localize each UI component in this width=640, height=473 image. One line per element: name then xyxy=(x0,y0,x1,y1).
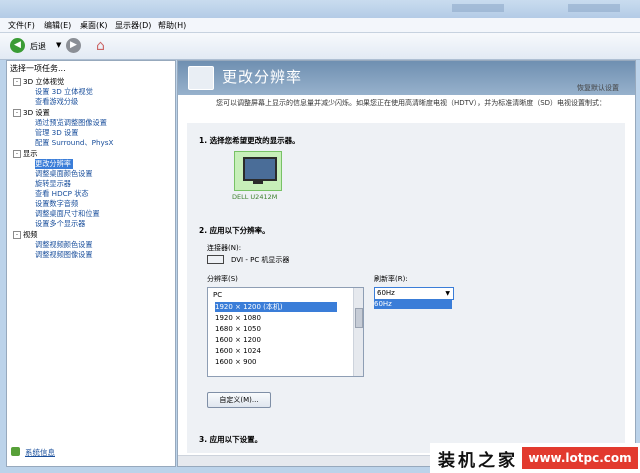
tree-cat-3d-settings[interactable]: -3D 设置 xyxy=(13,108,50,118)
tree-item-desktop-size[interactable]: 调整桌面尺寸和位置 xyxy=(35,209,100,219)
tree-item-video-color[interactable]: 调整视频颜色设置 xyxy=(35,240,93,250)
resolution-option[interactable]: 1680 × 1050 xyxy=(215,324,337,334)
system-info-link[interactable]: 系统信息 xyxy=(25,447,55,458)
page-description: 您可以调整屏幕上显示的信息量并减少闪烁。如果您正在使用高清晰度电视（HDTV），… xyxy=(216,99,607,107)
monitor-stand-icon xyxy=(253,181,263,184)
list-scrollbar[interactable] xyxy=(353,288,363,376)
list-scroll-thumb[interactable] xyxy=(355,308,363,328)
tree-cat-display[interactable]: - 显示 xyxy=(13,149,37,159)
back-dropdown-icon[interactable]: ▼ xyxy=(56,41,61,49)
tree-item-desktop-color[interactable]: 调整桌面颜色设置 xyxy=(35,169,93,179)
monitor-name: DELL U2412M xyxy=(232,193,278,201)
page-title: 更改分辨率 xyxy=(222,68,303,86)
restore-defaults-link[interactable]: 恢复默认设置 xyxy=(577,83,619,93)
dvi-connector-icon xyxy=(207,255,224,264)
task-panel-header: 选择一项任务... xyxy=(10,64,66,73)
chevron-down-icon[interactable]: ▼ xyxy=(445,288,450,299)
display-settings-icon xyxy=(188,66,214,90)
tree-item-hdcp-status[interactable]: 查看 HDCP 状态 xyxy=(35,189,89,199)
list-group-pc: PC xyxy=(213,291,223,299)
section-1-title: 1. 选择您希望更改的显示器。 xyxy=(199,136,300,145)
watermark: 装机之家 www.lotpc.com xyxy=(430,443,640,473)
resolution-option[interactable]: 1600 × 1024 xyxy=(215,346,337,356)
collapse-icon[interactable]: - xyxy=(13,231,21,239)
monitor-tile[interactable] xyxy=(234,151,282,191)
collapse-icon[interactable]: - xyxy=(13,109,21,117)
title-blur-block xyxy=(452,4,504,12)
refresh-label: 刷新率(R): xyxy=(374,275,408,283)
watermark-cn: 装机之家 xyxy=(438,451,518,471)
task-panel: 选择一项任务... -3D 立体视觉 设置 3D 立体视觉 查看游戏分级 -3D… xyxy=(6,60,176,467)
window-titlebar xyxy=(0,0,640,18)
menu-desktop[interactable]: 桌面(K) xyxy=(80,20,108,31)
window-controls[interactable] xyxy=(568,4,620,12)
collapse-icon[interactable]: - xyxy=(13,78,21,86)
tree-item-manage-3d[interactable]: 管理 3D 设置 xyxy=(35,128,78,138)
tree-cat-3d-stereo[interactable]: -3D 立体视觉 xyxy=(13,77,64,87)
back-button[interactable]: 后退 xyxy=(30,41,46,52)
menu-bar: 文件(F) 编辑(E) 桌面(K) 显示器(D) 帮助(H) xyxy=(0,18,640,33)
forward-arrow-icon[interactable]: ▶ xyxy=(66,38,81,53)
monitor-icon xyxy=(243,157,277,181)
main-panel: 更改分辨率 恢复默认设置 您可以调整屏幕上显示的信息量并减少闪烁。如果您正在使用… xyxy=(177,60,636,467)
resolution-option[interactable]: 1920 × 1200 (本机) xyxy=(215,302,337,312)
tree-item-video-image[interactable]: 调整视频图像设置 xyxy=(35,250,93,260)
resolution-option[interactable]: 1600 × 1200 xyxy=(215,335,337,345)
toolbar: ◀ 后退 ▼ ▶ ⌂ xyxy=(0,33,640,60)
menu-edit[interactable]: 编辑(E) xyxy=(44,20,71,31)
watermark-url: www.lotpc.com xyxy=(522,447,638,469)
tree-item-stereo-setup[interactable]: 设置 3D 立体视觉 xyxy=(35,87,93,97)
back-arrow-icon[interactable]: ◀ xyxy=(10,38,25,53)
tree-item-surround-physx[interactable]: 配置 Surround、PhysX xyxy=(35,138,113,148)
system-info-icon[interactable] xyxy=(11,447,20,456)
resolution-listbox[interactable]: PC 1920 × 1200 (本机) 1920 × 1080 1680 × 1… xyxy=(207,287,364,377)
customize-button[interactable]: 自定义(M)... xyxy=(207,392,271,408)
connector-value: DVI - PC 机显示器 xyxy=(231,256,290,264)
menu-display[interactable]: 显示器(D) xyxy=(115,20,151,31)
tree-item-rotate-display[interactable]: 旋转显示器 xyxy=(35,179,71,189)
tree-item-game-ratings[interactable]: 查看游戏分级 xyxy=(35,97,78,107)
section-3-title: 3. 应用以下设置。 xyxy=(199,435,263,444)
tree-item-preview-image[interactable]: 通过预览调整图像设置 xyxy=(35,118,107,128)
tree-item-multi-display[interactable]: 设置多个显示器 xyxy=(35,219,85,229)
menu-help[interactable]: 帮助(H) xyxy=(158,20,186,31)
tree-cat-video[interactable]: - 视频 xyxy=(13,230,37,240)
resolution-option[interactable]: 1920 × 1080 xyxy=(215,313,337,323)
resolution-label: 分辨率(S) xyxy=(207,275,238,283)
page-header: 更改分辨率 恢复默认设置 xyxy=(178,61,635,95)
tree-item-digital-audio[interactable]: 设置数字音频 xyxy=(35,199,78,209)
refresh-rate-option[interactable]: 60Hz xyxy=(374,299,452,309)
collapse-icon[interactable]: - xyxy=(13,150,21,158)
home-icon[interactable]: ⌂ xyxy=(96,38,105,54)
resolution-option[interactable]: 1600 × 900 xyxy=(215,357,337,367)
connector-label: 连接器(N): xyxy=(207,244,242,252)
tree-item-change-resolution[interactable]: 更改分辨率 xyxy=(35,159,73,169)
section-2-title: 2. 应用以下分辨率。 xyxy=(199,226,270,235)
menu-file[interactable]: 文件(F) xyxy=(8,20,35,31)
settings-content: 1. 选择您希望更改的显示器。 DELL U2412M 2. 应用以下分辨率。 … xyxy=(187,123,625,453)
